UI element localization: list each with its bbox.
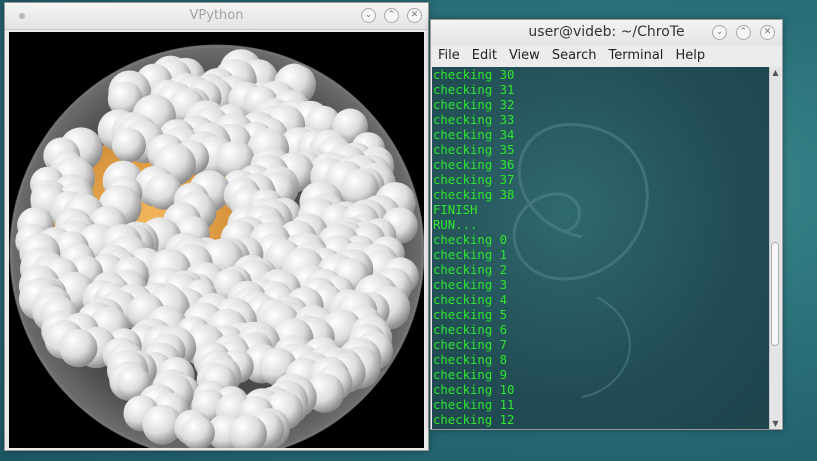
terminal-line: checking 3 — [433, 278, 508, 292]
terminal-line: checking 36 — [433, 158, 515, 172]
terminal-line: checking 34 — [433, 128, 515, 142]
terminal-line: checking 2 — [433, 263, 508, 277]
terminal-line: checking 31 — [433, 83, 515, 97]
menu-edit[interactable]: Edit — [465, 46, 502, 63]
vpython-titlebar[interactable]: VPython ⌄ ⌃ ✕ — [5, 3, 428, 30]
terminal-titlebar[interactable]: user@videb: ~/ChroTe ⌄ ⌃ ✕ — [431, 20, 782, 47]
terminal-line: checking 11 — [433, 398, 515, 412]
terminal-line: checking 8 — [433, 353, 508, 367]
terminal-line: checking 9 — [433, 368, 508, 382]
terminal-window: user@videb: ~/ChroTe ⌄ ⌃ ✕ File Edit View S… — [430, 19, 783, 430]
terminal-line: checking 37 — [433, 173, 515, 187]
terminal-line: checking 10 — [433, 383, 515, 397]
terminal-line: checking 6 — [433, 323, 508, 337]
terminal-menubar: File Edit View Search Terminal Help — [431, 46, 782, 67]
menu-view[interactable]: View — [502, 46, 545, 63]
menu-terminal[interactable]: Terminal — [601, 46, 668, 63]
terminal-output[interactable]: checking 30 checking 31 checking 32 checkin… — [432, 67, 770, 429]
chevron-down-icon[interactable]: ⌄ — [712, 25, 727, 40]
terminal-line: checking 35 — [433, 143, 515, 157]
terminal-line: checking 0 — [433, 233, 508, 247]
terminal-line: checking 5 — [433, 308, 508, 322]
scroll-thumb[interactable] — [771, 242, 779, 346]
sphere-packing-scene — [9, 44, 424, 448]
terminal-line: RUN... — [433, 218, 478, 232]
scroll-up-arrow-icon[interactable]: ▲ — [771, 68, 780, 77]
chevron-down-icon[interactable]: ⌄ — [361, 8, 376, 23]
vpython-window: VPython ⌄ ⌃ ✕ — [4, 2, 429, 451]
terminal-line: checking 30 — [433, 68, 515, 82]
terminal-scrollbar[interactable]: ▲ ▼ — [769, 67, 781, 429]
terminal-line: checking 38 — [433, 188, 515, 202]
vpython-3d-canvas[interactable] — [9, 32, 424, 448]
packed-sphere — [59, 329, 98, 368]
terminal-lines: checking 30 checking 31 checking 32 checkin… — [433, 68, 514, 428]
close-icon[interactable]: ✕ — [760, 25, 775, 40]
menu-file[interactable]: File — [431, 46, 465, 63]
terminal-line: checking 7 — [433, 338, 508, 352]
terminal-line: checking 1 — [433, 248, 508, 262]
terminal-line: checking 32 — [433, 98, 515, 112]
chevron-up-icon[interactable]: ⌃ — [736, 25, 751, 40]
menu-search[interactable]: Search — [545, 46, 602, 63]
terminal-window-title: user@videb: ~/ChroTe — [528, 24, 685, 40]
terminal-line: checking 4 — [433, 293, 508, 307]
terminal-line: checking 12 — [433, 413, 515, 427]
terminal-line: checking 33 — [433, 113, 515, 127]
packed-sphere — [111, 128, 146, 163]
terminal-line: FINISH — [433, 203, 478, 217]
chevron-up-icon[interactable]: ⌃ — [384, 8, 399, 23]
close-icon[interactable]: ✕ — [407, 8, 422, 23]
menu-help[interactable]: Help — [668, 46, 710, 63]
scroll-down-arrow-icon[interactable]: ▼ — [771, 419, 780, 428]
